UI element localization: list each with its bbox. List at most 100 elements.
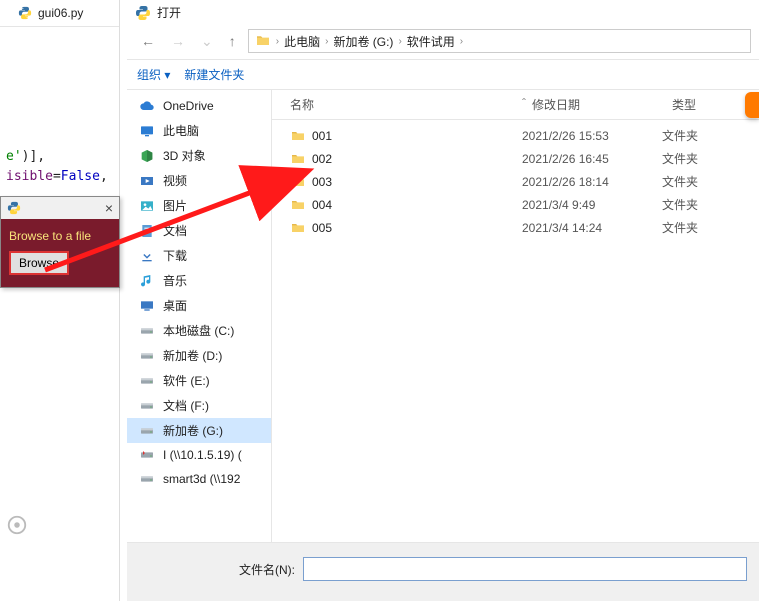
file-open-dialog: 打开 ← → ⌄ ↑ › 此电脑 › 新加卷 (G:) › 软件试用 › 组织 …	[127, 0, 759, 601]
nav-up-button[interactable]: ↑	[225, 33, 240, 49]
table-row[interactable]: 005 2021/3/4 14:24文件夹	[272, 216, 759, 239]
python-icon	[135, 5, 151, 21]
editor-tab-label: gui06.py	[38, 6, 83, 20]
column-name[interactable]: 名称	[272, 96, 522, 113]
sidebar-item-label: 文档	[163, 222, 187, 239]
file-date: 2021/2/26 18:14	[522, 175, 662, 189]
sidebar-item[interactable]: 本地磁盘 (C:)	[127, 318, 271, 343]
mini-window-titlebar[interactable]: ×	[1, 197, 119, 219]
cloud-icon	[139, 98, 155, 114]
nav-forward-button[interactable]: →	[167, 33, 189, 49]
sidebar-item-label: smart3d (\\192	[163, 472, 240, 486]
sidebar-item-label: 软件 (E:)	[163, 372, 210, 389]
nav-recent-icon[interactable]: ⌄	[197, 33, 217, 50]
pc-icon	[139, 123, 155, 139]
breadcrumb-item[interactable]: 新加卷 (G:)	[333, 33, 393, 50]
file-rows: 0012021/2/26 15:53文件夹0022021/2/26 16:45文…	[272, 120, 759, 239]
table-row[interactable]: 0032021/2/26 18:14文件夹	[272, 170, 759, 193]
breadcrumb[interactable]: › 此电脑 › 新加卷 (G:) › 软件试用 ›	[248, 29, 751, 53]
sidebar-item[interactable]: 图片	[127, 193, 271, 218]
disk-icon	[139, 373, 155, 389]
sidebar-item[interactable]: 软件 (E:)	[127, 368, 271, 393]
sidebar-item[interactable]: 新加卷 (G:)	[127, 418, 271, 443]
music-icon	[139, 273, 155, 289]
editor-code: e')], isible=False,	[0, 137, 119, 186]
network-disk-icon	[139, 447, 155, 463]
sidebar-item-label: 本地磁盘 (C:)	[163, 322, 234, 339]
sidebar-item[interactable]: 文档	[127, 218, 271, 243]
sort-indicator-icon: ˆ	[522, 96, 532, 113]
python-icon	[7, 201, 21, 215]
table-row[interactable]: 004 2021/3/4 9:49文件夹	[272, 193, 759, 216]
right-edge-widget[interactable]	[745, 92, 759, 118]
column-date[interactable]: 修改日期	[532, 96, 672, 113]
editor-background: gui06.py e')], isible=False,	[0, 0, 120, 601]
folder-icon	[290, 151, 306, 167]
chevron-right-icon: ›	[458, 36, 465, 47]
file-name: 001	[312, 129, 332, 143]
chevron-right-icon: ›	[323, 36, 330, 47]
python-icon	[18, 6, 32, 20]
file-type: 文件夹	[662, 219, 759, 236]
chevron-right-icon: ›	[396, 36, 403, 47]
folder-icon	[290, 174, 306, 190]
file-date: 2021/2/26 15:53	[522, 129, 662, 143]
sidebar-item[interactable]: 视频	[127, 168, 271, 193]
sidebar-item[interactable]: 桌面	[127, 293, 271, 318]
sidebar-item[interactable]: 此电脑	[127, 118, 271, 143]
app-mini-window: × Browse to a file Browse	[0, 196, 120, 288]
sidebar-item-label: 3D 对象	[163, 147, 206, 164]
sidebar-item-label: 桌面	[163, 297, 187, 314]
breadcrumb-item[interactable]: 此电脑	[284, 33, 320, 50]
sidebar-item[interactable]: 新加卷 (D:)	[127, 343, 271, 368]
sidebar-item[interactable]: I (\\10.1.5.19) (	[127, 443, 271, 467]
pictures-icon	[139, 198, 155, 214]
file-name: 005	[312, 221, 332, 235]
file-list-pane: 名称 ˆ 修改日期 类型 0012021/2/26 15:53文件夹002202…	[272, 90, 759, 542]
file-type: 文件夹	[662, 196, 759, 213]
browse-button[interactable]: Browse	[9, 251, 69, 275]
table-row[interactable]: 002 2021/2/26 16:45文件夹	[272, 147, 759, 170]
disk-icon	[139, 471, 155, 487]
sidebar: OneDrive 此电脑 3D 对象视频图片文档下载音乐桌面本地磁盘 (C:) 新加卷…	[127, 90, 272, 542]
dialog-titlebar[interactable]: 打开	[127, 0, 759, 25]
file-list-header[interactable]: 名称 ˆ 修改日期 类型	[272, 90, 759, 120]
editor-tab[interactable]: gui06.py	[0, 0, 119, 27]
file-type: 文件夹	[662, 173, 759, 190]
sidebar-item[interactable]: OneDrive	[127, 94, 271, 118]
sidebar-item[interactable]: 3D 对象	[127, 143, 271, 168]
nav-back-button[interactable]: ←	[137, 33, 159, 49]
folder-icon	[290, 220, 306, 236]
downloads-icon	[139, 248, 155, 264]
sidebar-item[interactable]: smart3d (\\192	[127, 467, 271, 491]
decorative-icon	[6, 514, 28, 536]
sidebar-item-label: 文档 (F:)	[163, 397, 209, 414]
desktop-icon	[139, 298, 155, 314]
sidebar-item-label: 音乐	[163, 272, 187, 289]
sidebar-item-label: I (\\10.1.5.19) (	[163, 448, 242, 462]
sidebar-item-label: 视频	[163, 172, 187, 189]
screenshot-stage: gui06.py e')], isible=False, × Browse to…	[0, 0, 759, 601]
file-name: 004	[312, 198, 332, 212]
folder-icon	[255, 33, 271, 49]
file-date: 2021/3/4 9:49	[522, 198, 662, 212]
dialog-title-text: 打开	[157, 4, 181, 21]
close-icon[interactable]: ×	[105, 200, 113, 216]
file-name: 002	[312, 152, 332, 166]
sidebar-item-label: OneDrive	[163, 99, 214, 113]
sidebar-item[interactable]: 下载	[127, 243, 271, 268]
sidebar-item[interactable]: 音乐	[127, 268, 271, 293]
table-row[interactable]: 0012021/2/26 15:53文件夹	[272, 124, 759, 147]
file-date: 2021/3/4 14:24	[522, 221, 662, 235]
sidebar-item-label: 新加卷 (G:)	[163, 422, 223, 439]
sidebar-item[interactable]: 文档 (F:)	[127, 393, 271, 418]
file-date: 2021/2/26 16:45	[522, 152, 662, 166]
new-folder-button[interactable]: 新建文件夹	[184, 66, 244, 83]
sidebar-item-label: 图片	[163, 197, 187, 214]
file-type: 文件夹	[662, 150, 759, 167]
disk-icon	[139, 348, 155, 364]
filename-input[interactable]	[303, 557, 747, 581]
organize-menu[interactable]: 组织 ▾	[137, 66, 170, 83]
breadcrumb-item[interactable]: 软件试用	[407, 33, 455, 50]
sidebar-item-label: 新加卷 (D:)	[163, 347, 222, 364]
